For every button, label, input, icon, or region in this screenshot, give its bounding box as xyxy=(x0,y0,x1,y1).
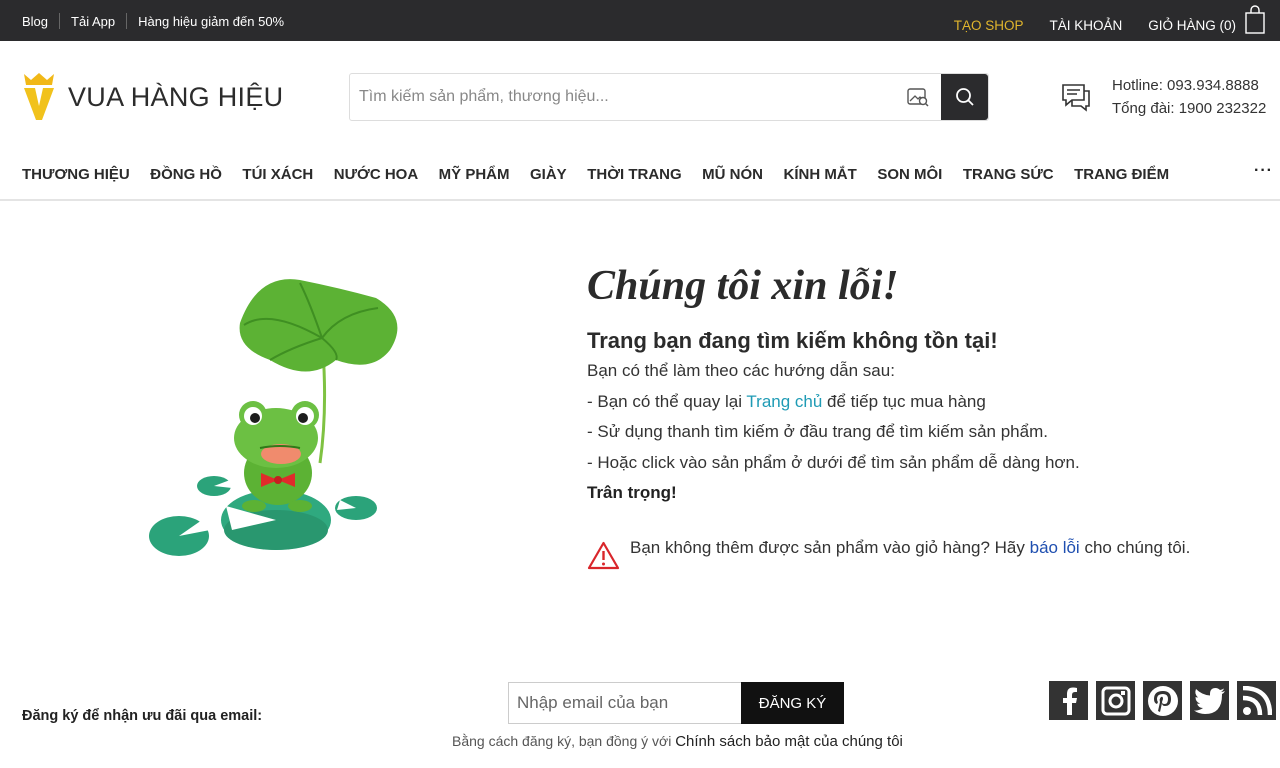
regards-text: Trân trọng! xyxy=(587,483,677,502)
page-subtitle: Trang bạn đang tìm kiếm không tồn tại! xyxy=(587,328,998,353)
divider xyxy=(59,13,61,29)
nav-divider xyxy=(0,199,1280,201)
error-report: Bạn không thêm được sản phẩm vào giỏ hàn… xyxy=(587,536,1227,570)
policy-note: Bằng cách đăng ký, bạn đồng ý với Chính … xyxy=(452,733,903,750)
error-message-panel: Chúng tôi xin lỗi! Trang bạn đang tìm ki… xyxy=(587,262,1227,570)
divider xyxy=(126,13,128,29)
nav-item-fashion[interactable]: THỜI TRANG xyxy=(587,166,681,183)
top-links: Blog Tải App Hàng hiệu giảm đến 50% xyxy=(22,13,284,29)
subscribe-label: Đăng ký để nhận ưu đãi qua email: xyxy=(22,708,263,724)
nav-item-jewelry[interactable]: TRANG SỨC xyxy=(963,166,1054,183)
nav-item-hats[interactable]: MŨ NÓN xyxy=(702,166,763,183)
frog-illustration xyxy=(149,279,398,556)
app-link[interactable]: Tải App xyxy=(71,14,115,29)
report-bug-link[interactable]: báo lỗi xyxy=(1030,538,1080,557)
nav-item-makeup[interactable]: TRANG ĐIỂM xyxy=(1074,166,1169,183)
report-text: Bạn không thêm được sản phẩm vào giỏ hàn… xyxy=(630,538,1191,557)
subscribe-button[interactable]: ĐĂNG KÝ xyxy=(741,682,844,724)
search-input[interactable] xyxy=(350,74,895,120)
top-bar: Blog Tải App Hàng hiệu giảm đến 50% TẠO … xyxy=(0,0,1280,41)
nav-item-cosmetics[interactable]: MỸ PHẨM xyxy=(439,166,510,183)
site-logo[interactable]: VUA HÀNG HIỆU xyxy=(22,72,283,122)
instructions-intro: Bạn có thể làm theo các hướng dẫn sau: xyxy=(587,361,895,380)
nav-item-perfume[interactable]: NƯỚC HOA xyxy=(334,166,418,183)
social-links xyxy=(1049,681,1280,720)
instruction-products: - Hoặc click vào sản phẩm ở dưới để tìm … xyxy=(587,452,1080,472)
cart-link[interactable]: GIỎ HÀNG (0) xyxy=(1148,18,1236,33)
nav-more-button[interactable]: ··· xyxy=(1254,162,1273,180)
privacy-policy-link[interactable]: Chính sách bảo mật của chúng tôi xyxy=(675,733,903,750)
instruction-home: - Bạn có thể quay lại Trang chủ để tiếp … xyxy=(587,391,986,411)
blog-link[interactable]: Blog xyxy=(22,14,48,29)
nav-item-watches[interactable]: ĐỒNG HỒ xyxy=(150,166,222,183)
search-icon xyxy=(955,88,974,106)
hotline-block: Hotline: 093.934.8888 Tổng đài: 1900 232… xyxy=(1060,74,1266,120)
pinterest-icon[interactable] xyxy=(1143,681,1182,720)
nav-item-sunglasses[interactable]: KÍNH MẮT xyxy=(783,166,856,183)
newsletter-form: ĐĂNG KÝ xyxy=(508,682,844,724)
warning-icon xyxy=(587,541,620,570)
switchboard-number: Tổng đài: 1900 232322 xyxy=(1112,100,1267,117)
nav-item-brands[interactable]: THƯƠNG HIỆU xyxy=(22,166,130,183)
create-shop-link[interactable]: TẠO SHOP xyxy=(954,18,1024,33)
promo-link[interactable]: Hàng hiệu giảm đến 50% xyxy=(138,14,284,29)
main-nav: THƯƠNG HIỆU ĐỒNG HỒ TÚI XÁCH NƯỚC HOA MỸ… xyxy=(22,166,1190,183)
nav-item-shoes[interactable]: GIÀY xyxy=(530,166,567,183)
shopping-bag-icon[interactable] xyxy=(1244,5,1266,38)
page-title: Chúng tôi xin lỗi! xyxy=(587,263,899,309)
account-link[interactable]: TÀI KHOẢN xyxy=(1049,18,1122,33)
search-button[interactable] xyxy=(941,74,988,120)
email-input[interactable] xyxy=(508,682,741,724)
home-link[interactable]: Trang chủ xyxy=(746,392,822,411)
facebook-icon[interactable] xyxy=(1049,681,1088,720)
instagram-icon[interactable] xyxy=(1096,681,1135,720)
chat-icon xyxy=(1062,84,1090,112)
search-bar xyxy=(349,73,989,121)
account-links: TẠO SHOP TÀI KHOẢN GIỎ HÀNG (0) xyxy=(928,5,1266,38)
crown-v-logo-icon xyxy=(24,73,54,120)
nav-item-handbags[interactable]: TÚI XÁCH xyxy=(242,166,313,183)
nav-item-lipstick[interactable]: SON MÔI xyxy=(877,166,942,183)
image-search-icon[interactable] xyxy=(895,74,941,120)
twitter-icon[interactable] xyxy=(1190,681,1229,720)
hotline-number: Hotline: 093.934.8888 xyxy=(1112,77,1259,94)
instruction-search: - Sử dụng thanh tìm kiếm ở đầu trang để … xyxy=(587,422,1048,441)
logo-text: VUA HÀNG HIỆU xyxy=(68,81,284,112)
rss-icon[interactable] xyxy=(1237,681,1276,720)
